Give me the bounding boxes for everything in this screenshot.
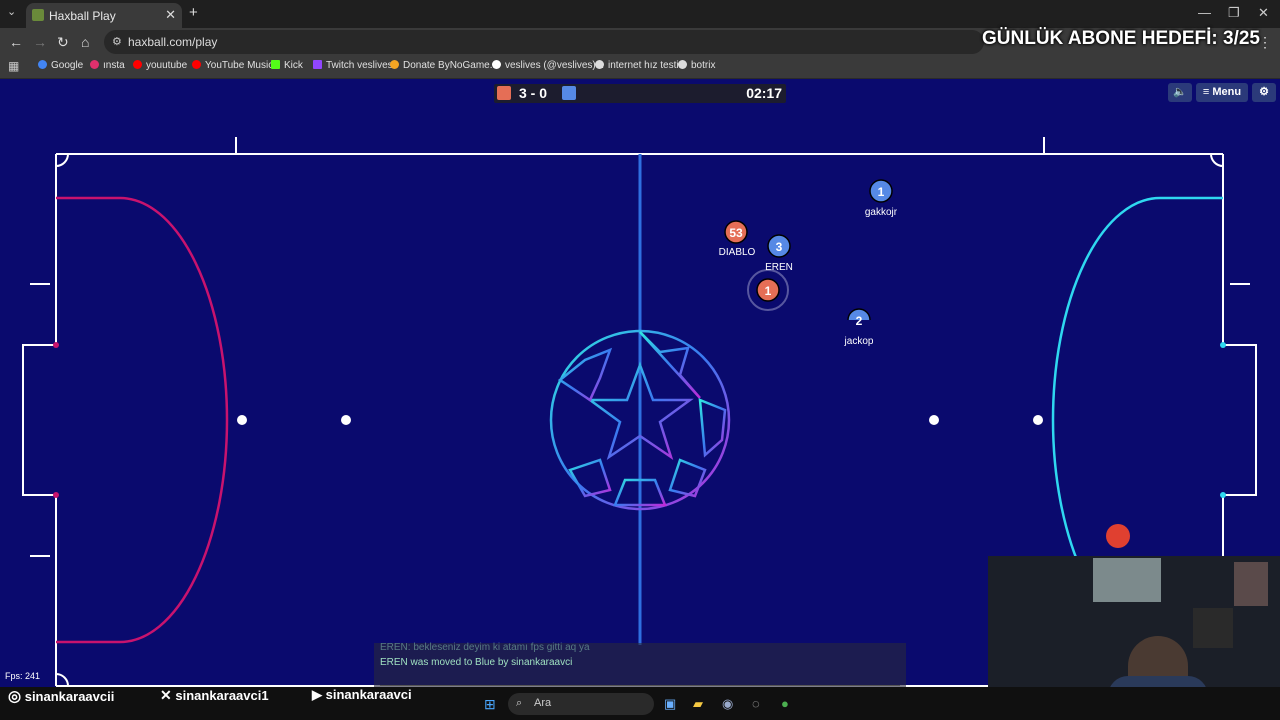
speedtest-icon [595, 60, 604, 69]
botrix-icon [678, 60, 687, 69]
instagram-icon [90, 60, 99, 69]
player-name: EREN [765, 262, 793, 273]
bookmark-speedtest[interactable]: internet hız testi [595, 60, 679, 71]
tab-haxball[interactable]: Haxball Play ✕ [26, 3, 182, 28]
scoreboard: 3 - 0 02:17 [494, 84, 786, 103]
wall-poster [1193, 608, 1233, 648]
steam-icon[interactable]: ◉ [722, 696, 733, 712]
gear-icon: ⚙ [1259, 86, 1269, 98]
cursor-icon [1106, 524, 1130, 548]
bookmarks-bar: ▦ Google ınsta youutube YouTube Music Ki… [0, 56, 1280, 79]
x-social: ✕ sinankaraavci1 [160, 687, 269, 703]
score-text: 3 - 0 [519, 85, 548, 101]
match-timer: 02:17 [746, 85, 782, 101]
red-team-icon [497, 86, 511, 100]
wall-poster [1093, 558, 1161, 602]
google-icon [38, 60, 47, 69]
bookmark-kick[interactable]: Kick [271, 60, 303, 71]
tiktok-icon [492, 60, 501, 69]
tab-title: Haxball Play [49, 9, 116, 23]
new-tab-icon[interactable]: + [189, 4, 198, 21]
back-icon[interactable]: ← [9, 34, 23, 50]
taskbar-search[interactable]: ⌕ Ara [508, 693, 654, 715]
player-number: 1 [877, 185, 885, 199]
speaker-icon: 🔈 [1173, 86, 1187, 98]
twitch-icon [313, 60, 322, 69]
search-placeholder: Ara [534, 697, 552, 709]
url-field[interactable]: ⚙ haxball.com/play [104, 30, 984, 54]
url-text: haxball.com/play [128, 35, 218, 49]
blue-team-icon [562, 86, 576, 100]
player-name: jackop [844, 336, 874, 347]
youtube-icon [133, 60, 142, 69]
forward-icon[interactable]: → [33, 34, 47, 50]
bookmark-youutube[interactable]: youutube [133, 60, 187, 71]
youtube-social: ▶ sinankaraavci [312, 687, 412, 702]
window-close-icon[interactable]: ✕ [1258, 5, 1269, 21]
home-icon[interactable]: ⌂ [81, 34, 89, 50]
restore-icon[interactable]: ❐ [1228, 5, 1240, 21]
youtube-icon: ▶ [312, 687, 322, 702]
search-icon: ⌕ [516, 697, 523, 709]
file-explorer-icon[interactable]: ▰ [693, 696, 703, 712]
widgets-icon[interactable]: ▣ [664, 696, 676, 712]
app-icon[interactable]: ◌ [752, 696, 760, 711]
chat-line: EREN: bekleseniz deyim ki atamı fps gitt… [380, 642, 590, 653]
chat-input[interactable] [380, 673, 900, 686]
player-name: gakkojr [864, 207, 898, 218]
haxball-favicon-icon [32, 9, 44, 21]
wall-poster [1234, 562, 1268, 606]
chat-line: EREN was moved to Blue by sinankaraavci [380, 657, 573, 668]
fps-counter: Fps: 241 [5, 671, 41, 681]
bookmark-donate[interactable]: Donate ByNoGame... [390, 60, 498, 71]
player-number: 3 [775, 240, 783, 254]
bookmark-botrix[interactable]: botrix [678, 60, 715, 71]
player-number: 2 [855, 314, 863, 328]
tab-search-icon[interactable]: ⌄ [7, 5, 16, 18]
youtube-music-icon [192, 60, 201, 69]
settings-button[interactable]: ⚙ [1252, 83, 1276, 102]
chrome-icon[interactable]: ● [781, 696, 789, 711]
minimize-icon[interactable]: — [1198, 5, 1211, 20]
kick-icon [271, 60, 280, 69]
apps-grid-icon[interactable]: ▦ [8, 59, 19, 73]
x-icon: ✕ [160, 687, 172, 703]
browser-menu-icon[interactable]: ⋮ [1258, 34, 1272, 51]
bookmark-twitch[interactable]: Twitch veslives [313, 60, 393, 71]
player-number: 53 [729, 226, 743, 240]
player-number: 1 [764, 284, 772, 298]
site-info-icon[interactable]: ⚙ [112, 35, 122, 48]
menu-button[interactable]: ≡ Menu [1196, 83, 1248, 102]
bookmark-google[interactable]: Google [38, 60, 83, 71]
player-name: DIABLO [718, 247, 756, 258]
reload-icon[interactable]: ↻ [57, 34, 69, 51]
browser-tab-bar: ⌄ Haxball Play ✕ + — ❐ ✕ [0, 0, 1280, 28]
windows-start-icon[interactable]: ⊞ [484, 696, 496, 713]
subscriber-goal-overlay: GÜNLÜK ABONE HEDEFİ: 3/25 [982, 28, 1260, 49]
sound-button[interactable]: 🔈 [1168, 83, 1192, 102]
tab-close-icon[interactable]: ✕ [165, 7, 176, 23]
instagram-social: ◎ sinankaraavcii [8, 688, 115, 705]
bookmark-insta[interactable]: ınsta [90, 60, 125, 71]
donate-icon [390, 60, 399, 69]
chat-box: EREN: bekleseniz deyim ki atamı fps gitt… [374, 642, 906, 688]
bookmark-youtube-music[interactable]: YouTube Music [192, 60, 273, 71]
bookmark-tiktok[interactable]: veslives (@veslives)... [492, 60, 604, 71]
instagram-icon: ◎ [8, 688, 22, 705]
players-layer [724, 179, 893, 320]
bottom-bar: ◎ sinankaraavcii ✕ sinankaraavci1 ▶ sina… [0, 687, 1280, 720]
